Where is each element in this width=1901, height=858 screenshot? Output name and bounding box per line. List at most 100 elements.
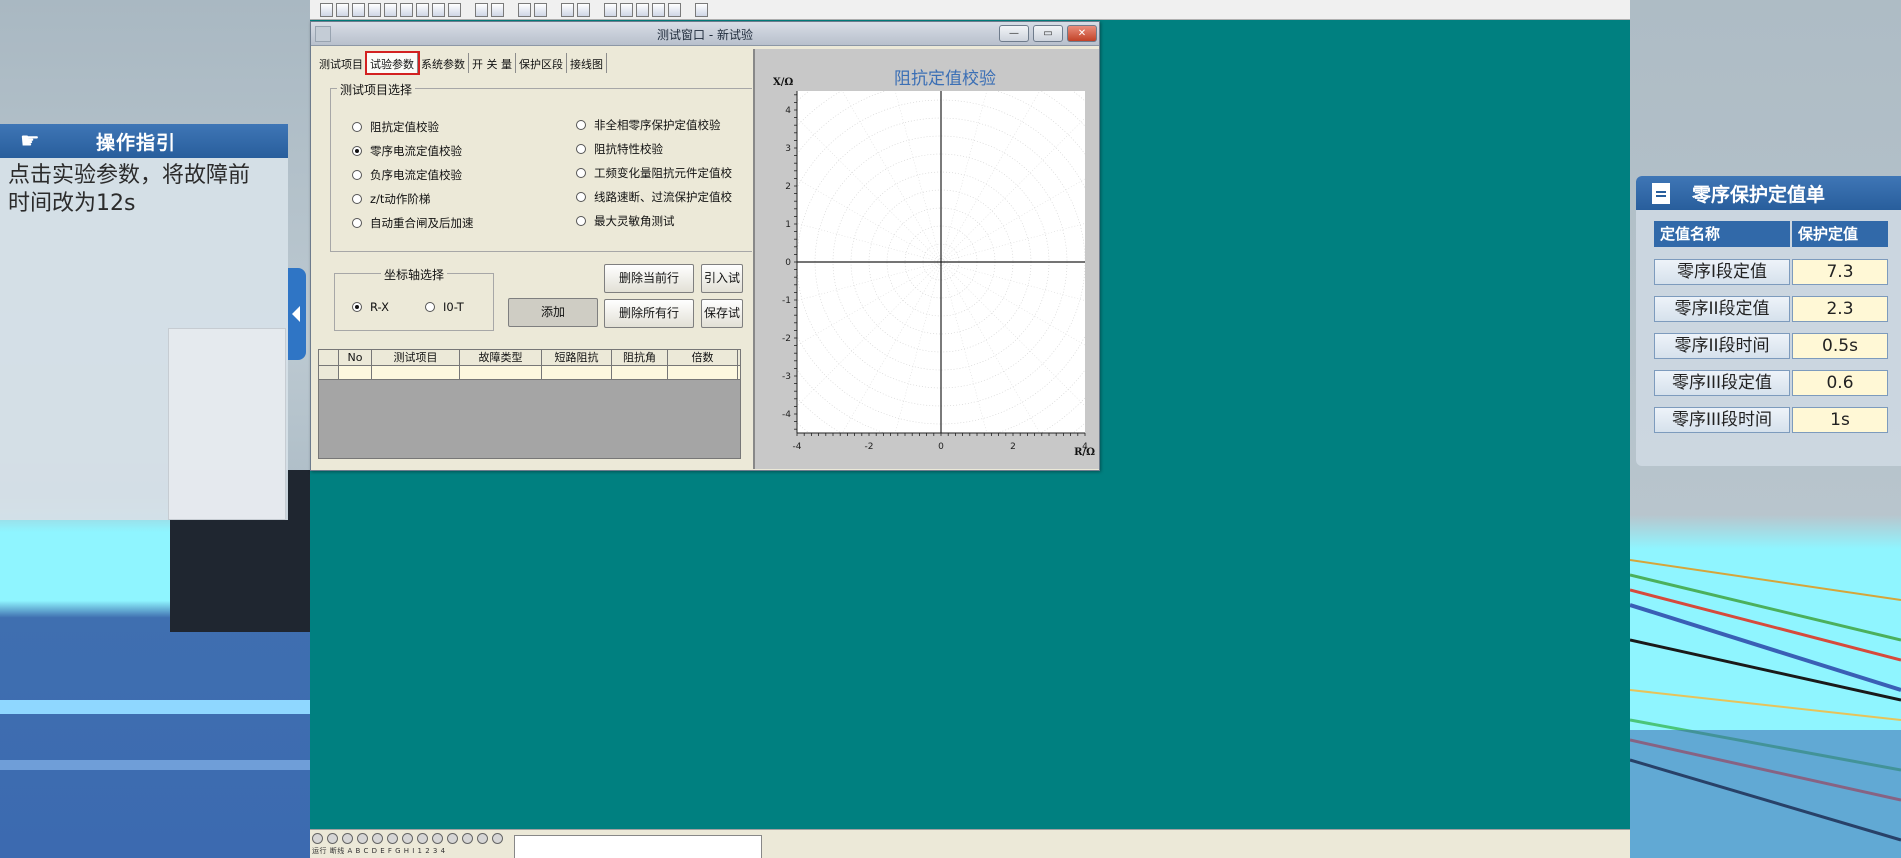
y-tick-label: 0 <box>785 258 791 268</box>
tab-wiring[interactable]: 接线图 <box>567 53 607 73</box>
radio-open-phase[interactable]: 非全相零序保护定值校验 <box>576 117 721 133</box>
y-tick-label: 3 <box>785 144 791 154</box>
status-bar: 运行 断线 A B C D E F G H I 1 2 3 4 <box>310 829 1630 858</box>
delete-all-rows-button[interactable]: 删除所有行 <box>604 299 694 328</box>
align-icon[interactable] <box>518 2 531 17</box>
tab-switch[interactable]: 开 关 量 <box>469 53 516 73</box>
tool-icon[interactable] <box>432 2 445 17</box>
delete-current-row-button[interactable]: 删除当前行 <box>604 264 694 293</box>
tab-test-params[interactable]: 试验参数 <box>365 51 420 75</box>
led-icon <box>432 833 443 844</box>
settings-row: 零序II段时间 0.5s <box>1654 333 1888 359</box>
settings-row: 零序II段定值 2.3 <box>1654 296 1888 322</box>
col-setting-value: 保护定值 <box>1792 221 1888 247</box>
setting-name: 零序III段时间 <box>1654 407 1790 433</box>
tab-test-items[interactable]: 测试项目 <box>316 53 367 73</box>
setting-name: 零序III段定值 <box>1654 370 1790 396</box>
run-icon[interactable] <box>475 2 488 17</box>
led-icon <box>477 833 488 844</box>
radio-power-freq[interactable]: 工频变化量阻抗元件定值校 <box>576 165 732 181</box>
y-tick-label: -4 <box>782 410 791 420</box>
chart-icon[interactable] <box>368 2 381 17</box>
guide-header: ☛ 操作指引 <box>0 124 288 158</box>
setting-name: 零序II段时间 <box>1654 333 1790 359</box>
radio-max-angle[interactable]: 最大灵敏角测试 <box>576 213 675 229</box>
radio-axis-i0t[interactable]: I0-T <box>425 300 464 314</box>
save-icon[interactable] <box>577 2 590 17</box>
col-impedance-angle: 阻抗角 <box>612 350 668 365</box>
led-icon <box>402 833 413 844</box>
led-indicators <box>312 833 503 844</box>
calculator-icon[interactable] <box>695 2 708 17</box>
setting-value: 0.5s <box>1792 333 1888 359</box>
close-button[interactable]: ✕ <box>1067 25 1097 42</box>
radio-neg-seq[interactable]: 负序电流定值校验 <box>352 167 462 183</box>
setting-name: 零序II段定值 <box>1654 296 1790 322</box>
radio-icon <box>352 122 362 132</box>
y-tick-label: 2 <box>785 182 791 192</box>
minimize-button[interactable]: — <box>999 25 1029 42</box>
pan-icon[interactable] <box>668 2 681 17</box>
report-icon[interactable] <box>400 2 413 17</box>
led-icon <box>447 833 458 844</box>
new-icon[interactable] <box>320 2 333 17</box>
window-title: 测试窗口 - 新试验 <box>657 28 753 42</box>
led-icon <box>357 833 368 844</box>
stop-icon[interactable] <box>491 2 504 17</box>
radio-icon <box>425 302 435 312</box>
radio-icon <box>576 192 586 202</box>
radio-overcurrent[interactable]: 线路速断、过流保护定值校 <box>576 189 732 205</box>
col-multiple: 倍数 <box>668 350 738 365</box>
add-button[interactable]: 添加 <box>508 298 598 327</box>
floor-stripe <box>0 760 310 770</box>
radio-impedance[interactable]: 阻抗定值校验 <box>352 119 439 135</box>
open-folder-icon[interactable] <box>561 2 574 17</box>
settings-row: 零序III段定值 0.6 <box>1654 370 1888 396</box>
radio-reclose[interactable]: 自动重合闸及后加速 <box>352 215 474 231</box>
impedance-chart: -4 -2 0 2 443210-1-2-3-4X/ΩR/Ω阻抗定值校验 <box>541 0 1341 662</box>
collapse-guide-button[interactable] <box>288 268 306 360</box>
document-icon <box>1652 182 1670 204</box>
led-icon <box>327 833 338 844</box>
table-header: No 测试项目 故障类型 短路阻抗 阻抗角 倍数 <box>319 350 740 366</box>
radio-zero-seq[interactable]: 零序电流定值校验 <box>352 143 462 159</box>
import-button[interactable]: 引入试 <box>701 264 743 293</box>
radio-icon <box>576 144 586 154</box>
radio-selected-icon <box>352 302 362 312</box>
table-row[interactable] <box>319 366 740 380</box>
title-bar[interactable]: 测试窗口 - 新试验 — ▭ ✕ <box>311 22 1099 46</box>
setting-value: 2.3 <box>1792 296 1888 322</box>
data-icon[interactable] <box>416 2 429 17</box>
radio-axis-rx[interactable]: R-X <box>352 300 389 314</box>
save-test-button[interactable]: 保存试 <box>701 299 743 328</box>
impedance-chart-panel: -4 -2 0 2 4 4 3 2 1 0 -1 -2 -3 -4 X/Ω R/Ω 阻抗定值校验 <box>541 0 1341 662</box>
radio-zt-step[interactable]: z/t动作阶梯 <box>352 191 430 207</box>
pointing-hand-icon: ☛ <box>20 128 40 154</box>
led-icon <box>342 833 353 844</box>
export-icon[interactable] <box>384 2 397 17</box>
step-icon[interactable] <box>534 2 547 17</box>
col-no: No <box>339 350 372 365</box>
zoom-out-icon[interactable] <box>620 2 633 17</box>
col-short-impedance: 短路阻抗 <box>542 350 612 365</box>
tab-protection-zone[interactable]: 保护区段 <box>516 53 567 73</box>
cut-icon[interactable] <box>336 2 349 17</box>
chart-mask <box>1085 49 1099 469</box>
zoom-in-icon[interactable] <box>604 2 617 17</box>
chart-title: 阻抗定值校验 <box>894 69 996 89</box>
col-test-item: 测试项目 <box>372 350 460 365</box>
tab-system-params[interactable]: 系统参数 <box>418 53 469 73</box>
edit-icon[interactable] <box>352 2 365 17</box>
help-icon[interactable] <box>448 2 461 17</box>
x-tick-label: 2 <box>1010 442 1016 452</box>
radio-impedance-char[interactable]: 阻抗特性校验 <box>576 141 663 157</box>
settings-row: 零序III段时间 1s <box>1654 407 1888 433</box>
zoom-fit-icon[interactable] <box>652 2 665 17</box>
radio-icon <box>352 170 362 180</box>
zoom-area-icon[interactable] <box>636 2 649 17</box>
x-axis-label: R/Ω <box>1074 447 1095 458</box>
restore-button[interactable]: ▭ <box>1033 25 1063 42</box>
guide-instruction: 点击实验参数，将故障前 时间改为12s <box>8 163 251 216</box>
y-axis-label: X/Ω <box>773 77 793 88</box>
radio-selected-icon <box>352 146 362 156</box>
